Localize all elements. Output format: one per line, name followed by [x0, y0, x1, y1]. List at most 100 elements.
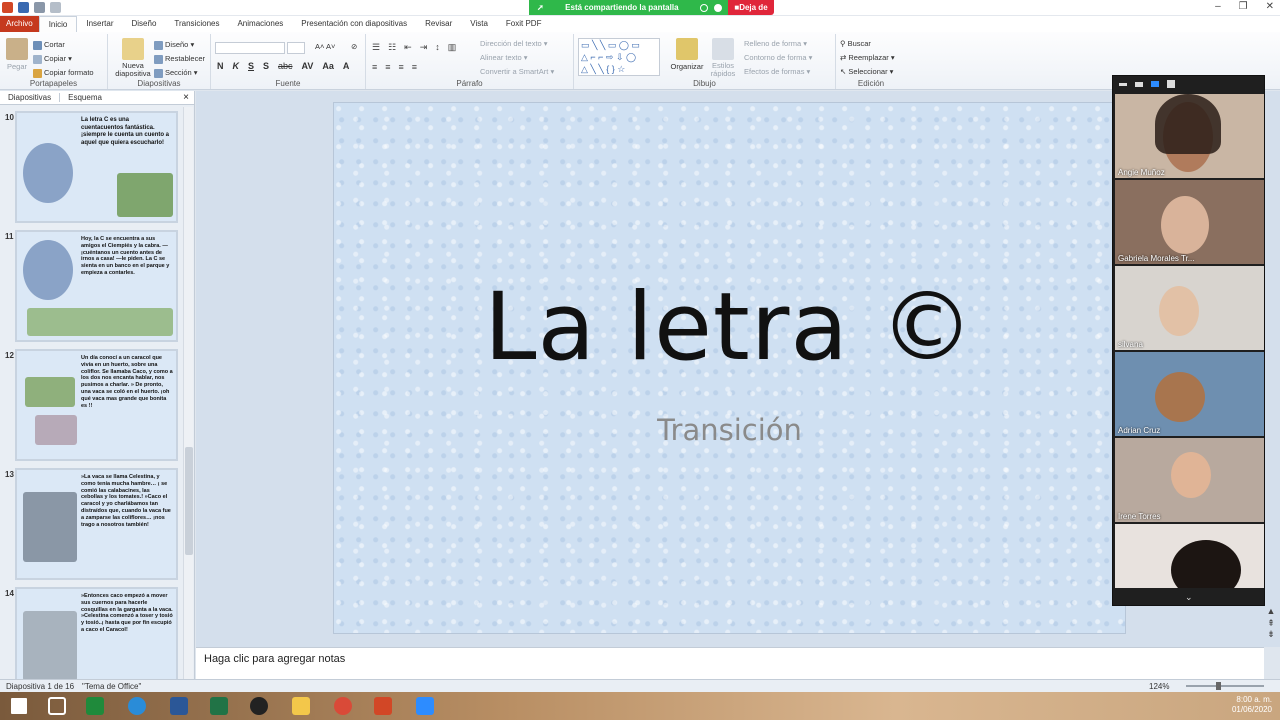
slide-thumbnail[interactable]: Hoy, la C se encuentra a sus amigos el C… — [15, 230, 178, 342]
start-button[interactable] — [0, 694, 38, 718]
numbering-icon[interactable]: ☷ — [388, 42, 396, 53]
bullets-icon[interactable]: ☰ — [372, 42, 380, 53]
participant-tile[interactable]: Gabriela Morales Tr... — [1115, 180, 1264, 264]
shape-fill-button[interactable]: Relleno de forma ▾ — [744, 37, 812, 51]
participant-tile[interactable]: Irene Torres — [1115, 438, 1264, 522]
clear-format-icon[interactable]: ⊘ — [351, 42, 357, 51]
spacing-button[interactable]: AV — [302, 61, 314, 71]
thumbnail-row[interactable]: 10 La letra C es una cuentacuentos fantá… — [0, 111, 182, 224]
font-size-select[interactable] — [287, 42, 305, 54]
minimize-button[interactable]: – — [1215, 1, 1221, 12]
replace-button[interactable]: ⇄ Reemplazar ▾ — [840, 51, 895, 65]
align-left-icon[interactable]: ≡ — [372, 62, 377, 72]
taskbar-app[interactable] — [200, 694, 238, 718]
strikethrough-button[interactable]: abc — [278, 61, 293, 71]
taskbar-app[interactable] — [76, 694, 114, 718]
prev-slide-icon[interactable]: ⇞ — [1264, 618, 1278, 629]
tab-diseno[interactable]: Diseño — [123, 16, 166, 32]
shield-icon[interactable] — [714, 3, 722, 12]
font-color-button[interactable]: A — [343, 61, 350, 71]
tab-inicio[interactable]: Inicio — [38, 16, 78, 32]
italic-button[interactable]: K — [233, 61, 240, 71]
tab-revisar[interactable]: Revisar — [416, 16, 461, 32]
stop-share-button[interactable]: ■ Deja de — [728, 0, 774, 15]
quick-styles-button[interactable]: Estilos rápidos — [708, 38, 738, 78]
undo-icon[interactable] — [34, 2, 45, 13]
scrollbar-thumb[interactable] — [185, 447, 193, 555]
current-slide[interactable]: La letra © Transición — [333, 102, 1126, 634]
cut-button[interactable]: Cortar — [33, 38, 94, 52]
layout-button[interactable]: Diseño ▾ — [154, 38, 205, 52]
line-spacing-icon[interactable]: ↕ — [435, 42, 440, 53]
reset-button[interactable]: Restablecer — [154, 52, 205, 66]
editor-scroll-buttons[interactable]: ▲ ⇞ ⇟ — [1264, 606, 1278, 678]
taskbar-app[interactable] — [240, 694, 278, 718]
hide-video-icon[interactable] — [1135, 81, 1143, 87]
justify-icon[interactable]: ≡ — [412, 62, 417, 72]
zoom-slider-knob[interactable] — [1216, 682, 1221, 690]
maximize-button[interactable]: ❐ — [1239, 1, 1248, 12]
tab-diapositivas[interactable]: Diapositivas — [0, 93, 61, 102]
text-direction-button[interactable]: Dirección del texto ▾ — [480, 37, 554, 51]
format-painter-button[interactable]: Copiar formato — [33, 66, 94, 80]
slide-thumbnail[interactable]: La letra C es una cuentacuentos fantásti… — [15, 111, 178, 223]
slide-thumbnail[interactable]: Un día conocí a un caracol que vivía en … — [15, 349, 178, 461]
columns-icon[interactable]: ▥ — [448, 42, 457, 53]
taskbar-app[interactable] — [282, 694, 320, 718]
next-slide-icon[interactable]: ⇟ — [1264, 629, 1278, 640]
shapes-gallery[interactable]: ▭ ╲ ╲ ▭ ◯ ▭ △ ⌐ ⌐ ⇨ ⇩ ◯ △ ╲ ╲ { } ☆ — [578, 38, 660, 76]
tab-vista[interactable]: Vista — [461, 16, 497, 32]
task-view-button[interactable] — [38, 694, 76, 718]
tab-transiciones[interactable]: Transiciones — [165, 16, 228, 32]
close-pane-icon[interactable]: × — [183, 92, 189, 103]
slide-thumbnail[interactable]: »Entonces caco empezó a mover sus cuerno… — [15, 587, 178, 679]
slide-thumbnail[interactable]: »La vaca se llama Celestina, y como tení… — [15, 468, 178, 580]
tab-animaciones[interactable]: Animaciones — [228, 16, 292, 32]
bold-button[interactable]: N — [217, 61, 224, 71]
select-button[interactable]: ↖ Seleccionar ▾ — [840, 65, 895, 79]
zoom-slider[interactable] — [1186, 685, 1264, 687]
system-clock[interactable]: 8:00 a. m. 01/06/2020 — [1232, 695, 1272, 715]
save-icon[interactable] — [18, 2, 29, 13]
underline-button[interactable]: S — [248, 61, 254, 71]
arrange-button[interactable]: Organizar — [670, 38, 704, 71]
speaker-view-icon[interactable] — [1151, 81, 1159, 87]
thumbnail-row[interactable]: 14 »Entonces caco empezó a mover sus cue… — [0, 587, 182, 679]
notes-pane[interactable]: Haga clic para agregar notas — [196, 647, 1264, 679]
participant-tile[interactable]: silvana — [1115, 266, 1264, 350]
find-button[interactable]: ⚲ Buscar — [840, 37, 895, 51]
redo-icon[interactable] — [50, 2, 61, 13]
participant-tile[interactable]: Angie Muñoz — [1115, 94, 1264, 178]
tab-esquema[interactable]: Esquema — [60, 93, 110, 102]
tab-foxit-pdf[interactable]: Foxit PDF — [497, 16, 551, 32]
align-text-button[interactable]: Alinear texto ▾ — [480, 51, 554, 65]
change-case-button[interactable]: Aa — [322, 61, 334, 71]
align-center-icon[interactable]: ≡ — [385, 62, 390, 72]
font-family-select[interactable] — [215, 42, 285, 54]
participant-tile[interactable]: Adrian Cruz — [1115, 352, 1264, 436]
minimize-gallery-icon[interactable] — [1119, 82, 1127, 86]
close-button[interactable]: ✕ — [1266, 1, 1274, 12]
thumbnail-row[interactable]: 13 »La vaca se llama Celestina, y como t… — [0, 468, 182, 581]
grow-font-button[interactable]: A˄ A˅ — [315, 42, 335, 51]
thumbnails-scrollbar[interactable] — [183, 107, 193, 679]
taskbar-app[interactable] — [364, 694, 402, 718]
tab-insertar[interactable]: Insertar — [77, 16, 122, 32]
smartart-button[interactable]: Convertir a SmartArt ▾ — [480, 65, 554, 79]
align-right-icon[interactable]: ≡ — [399, 62, 404, 72]
copy-button[interactable]: Copiar ▾ — [33, 52, 94, 66]
tab-presentacion[interactable]: Presentación con diapositivas — [292, 16, 416, 32]
zoom-level[interactable]: 124% — [1149, 682, 1169, 691]
pause-icon[interactable] — [700, 3, 708, 12]
shape-effects-button[interactable]: Efectos de formas ▾ — [744, 65, 812, 79]
paste-button[interactable]: Pegar — [4, 38, 30, 71]
thumbnail-row[interactable]: 12 Un día conocí a un caracol que vivía … — [0, 349, 182, 462]
section-button[interactable]: Sección ▾ — [154, 66, 205, 80]
taskbar-app[interactable] — [118, 694, 156, 718]
thumbnail-row[interactable]: 11 Hoy, la C se encuentra a sus amigos e… — [0, 230, 182, 343]
chevron-down-icon[interactable]: ⌄ — [1185, 592, 1193, 603]
participant-tile[interactable] — [1115, 524, 1264, 588]
taskbar-app[interactable] — [324, 694, 362, 718]
outdent-icon[interactable]: ⇥ — [420, 42, 428, 53]
gallery-view-icon[interactable] — [1167, 80, 1175, 88]
